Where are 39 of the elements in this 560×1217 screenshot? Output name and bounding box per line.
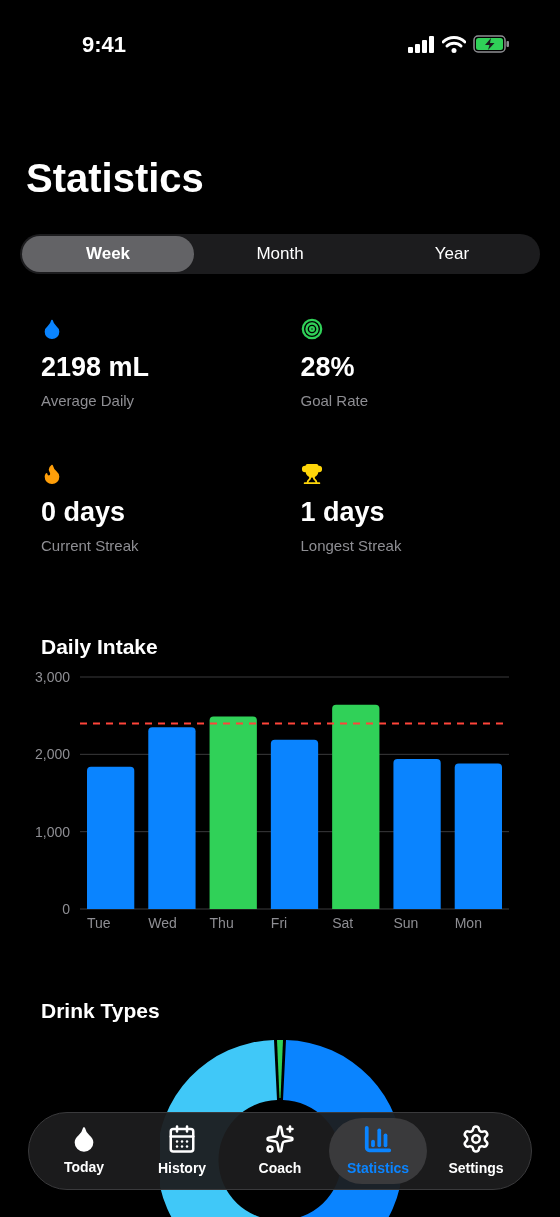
stat-value: 28% xyxy=(300,351,355,384)
y-axis-label: 1,000 xyxy=(34,823,70,840)
y-axis-label: 2,000 xyxy=(34,745,70,762)
x-axis-label: Thu xyxy=(209,914,234,931)
x-axis-label: Sat xyxy=(332,914,354,931)
x-axis-label: Mon xyxy=(454,914,482,931)
stat-label: Goal Rate xyxy=(300,391,369,411)
x-axis-label: Sun xyxy=(393,914,419,931)
stat-label: Average Daily xyxy=(41,391,135,411)
page-title: Statistics xyxy=(26,156,204,200)
x-axis-label: Fri xyxy=(270,914,288,931)
sparkles-icon xyxy=(265,1123,295,1154)
y-axis-label: 0 xyxy=(62,900,70,917)
battery-charging-icon xyxy=(473,35,510,53)
stat-label: Longest Streak xyxy=(300,535,402,556)
target-icon xyxy=(300,318,323,340)
section-title: Drink Types xyxy=(41,997,160,1024)
tab-bar-item[interactable]: Settings xyxy=(427,1118,525,1184)
y-axis-label: 3,000 xyxy=(34,668,70,685)
stat-value: 1 days xyxy=(300,495,385,529)
tab-bar-item[interactable]: Coach xyxy=(231,1118,329,1184)
stat-value: 2198 mL xyxy=(41,351,150,384)
stat-value: 0 days xyxy=(41,495,126,529)
calendar-icon xyxy=(167,1123,197,1154)
period-tab[interactable]: Week xyxy=(22,236,194,272)
signal-icon xyxy=(408,35,435,53)
period-tab[interactable]: Year xyxy=(366,236,538,272)
bar-chart-icon xyxy=(363,1123,393,1154)
settings-icon xyxy=(461,1123,491,1154)
tab-bar-item[interactable]: Today xyxy=(35,1118,133,1184)
tab-bar-item[interactable]: History xyxy=(133,1118,231,1184)
section-title: Daily Intake xyxy=(41,634,158,660)
period-tab[interactable]: Month xyxy=(194,236,366,272)
trophy-icon xyxy=(300,462,323,485)
stat-label: Current Streak xyxy=(41,535,139,556)
x-axis-label: Wed xyxy=(148,914,177,931)
wifi-icon xyxy=(442,35,466,53)
status-time: 9:41 xyxy=(82,30,127,59)
x-axis-label: Tue xyxy=(87,914,111,931)
